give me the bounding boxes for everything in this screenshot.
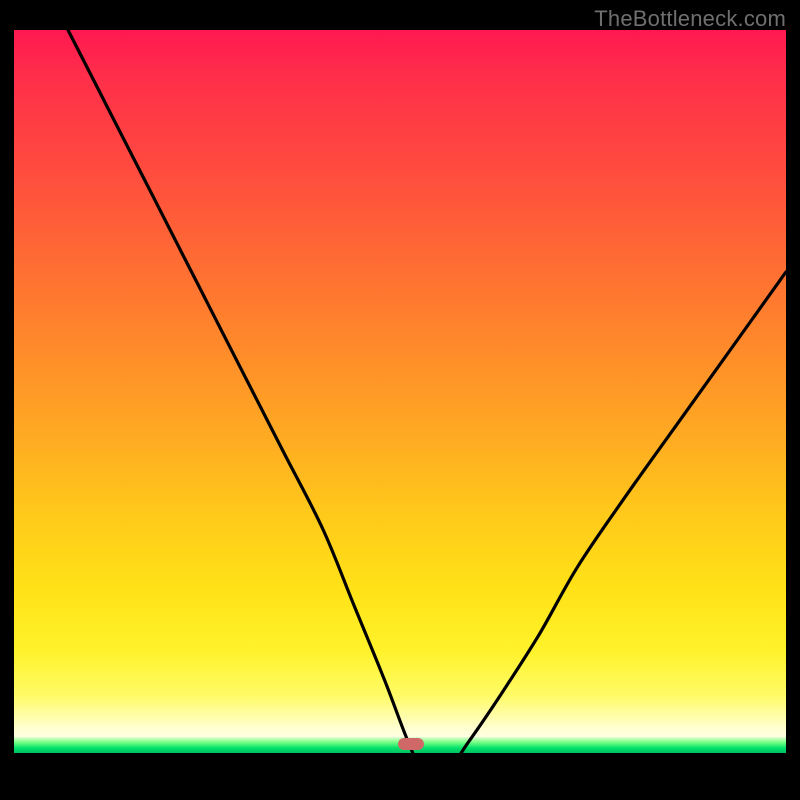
optimum-marker bbox=[398, 738, 424, 750]
chart-frame: TheBottleneck.com bbox=[0, 0, 800, 800]
bottleneck-curve bbox=[14, 30, 786, 786]
watermark-text: TheBottleneck.com bbox=[594, 6, 786, 32]
plot-area bbox=[14, 30, 786, 786]
